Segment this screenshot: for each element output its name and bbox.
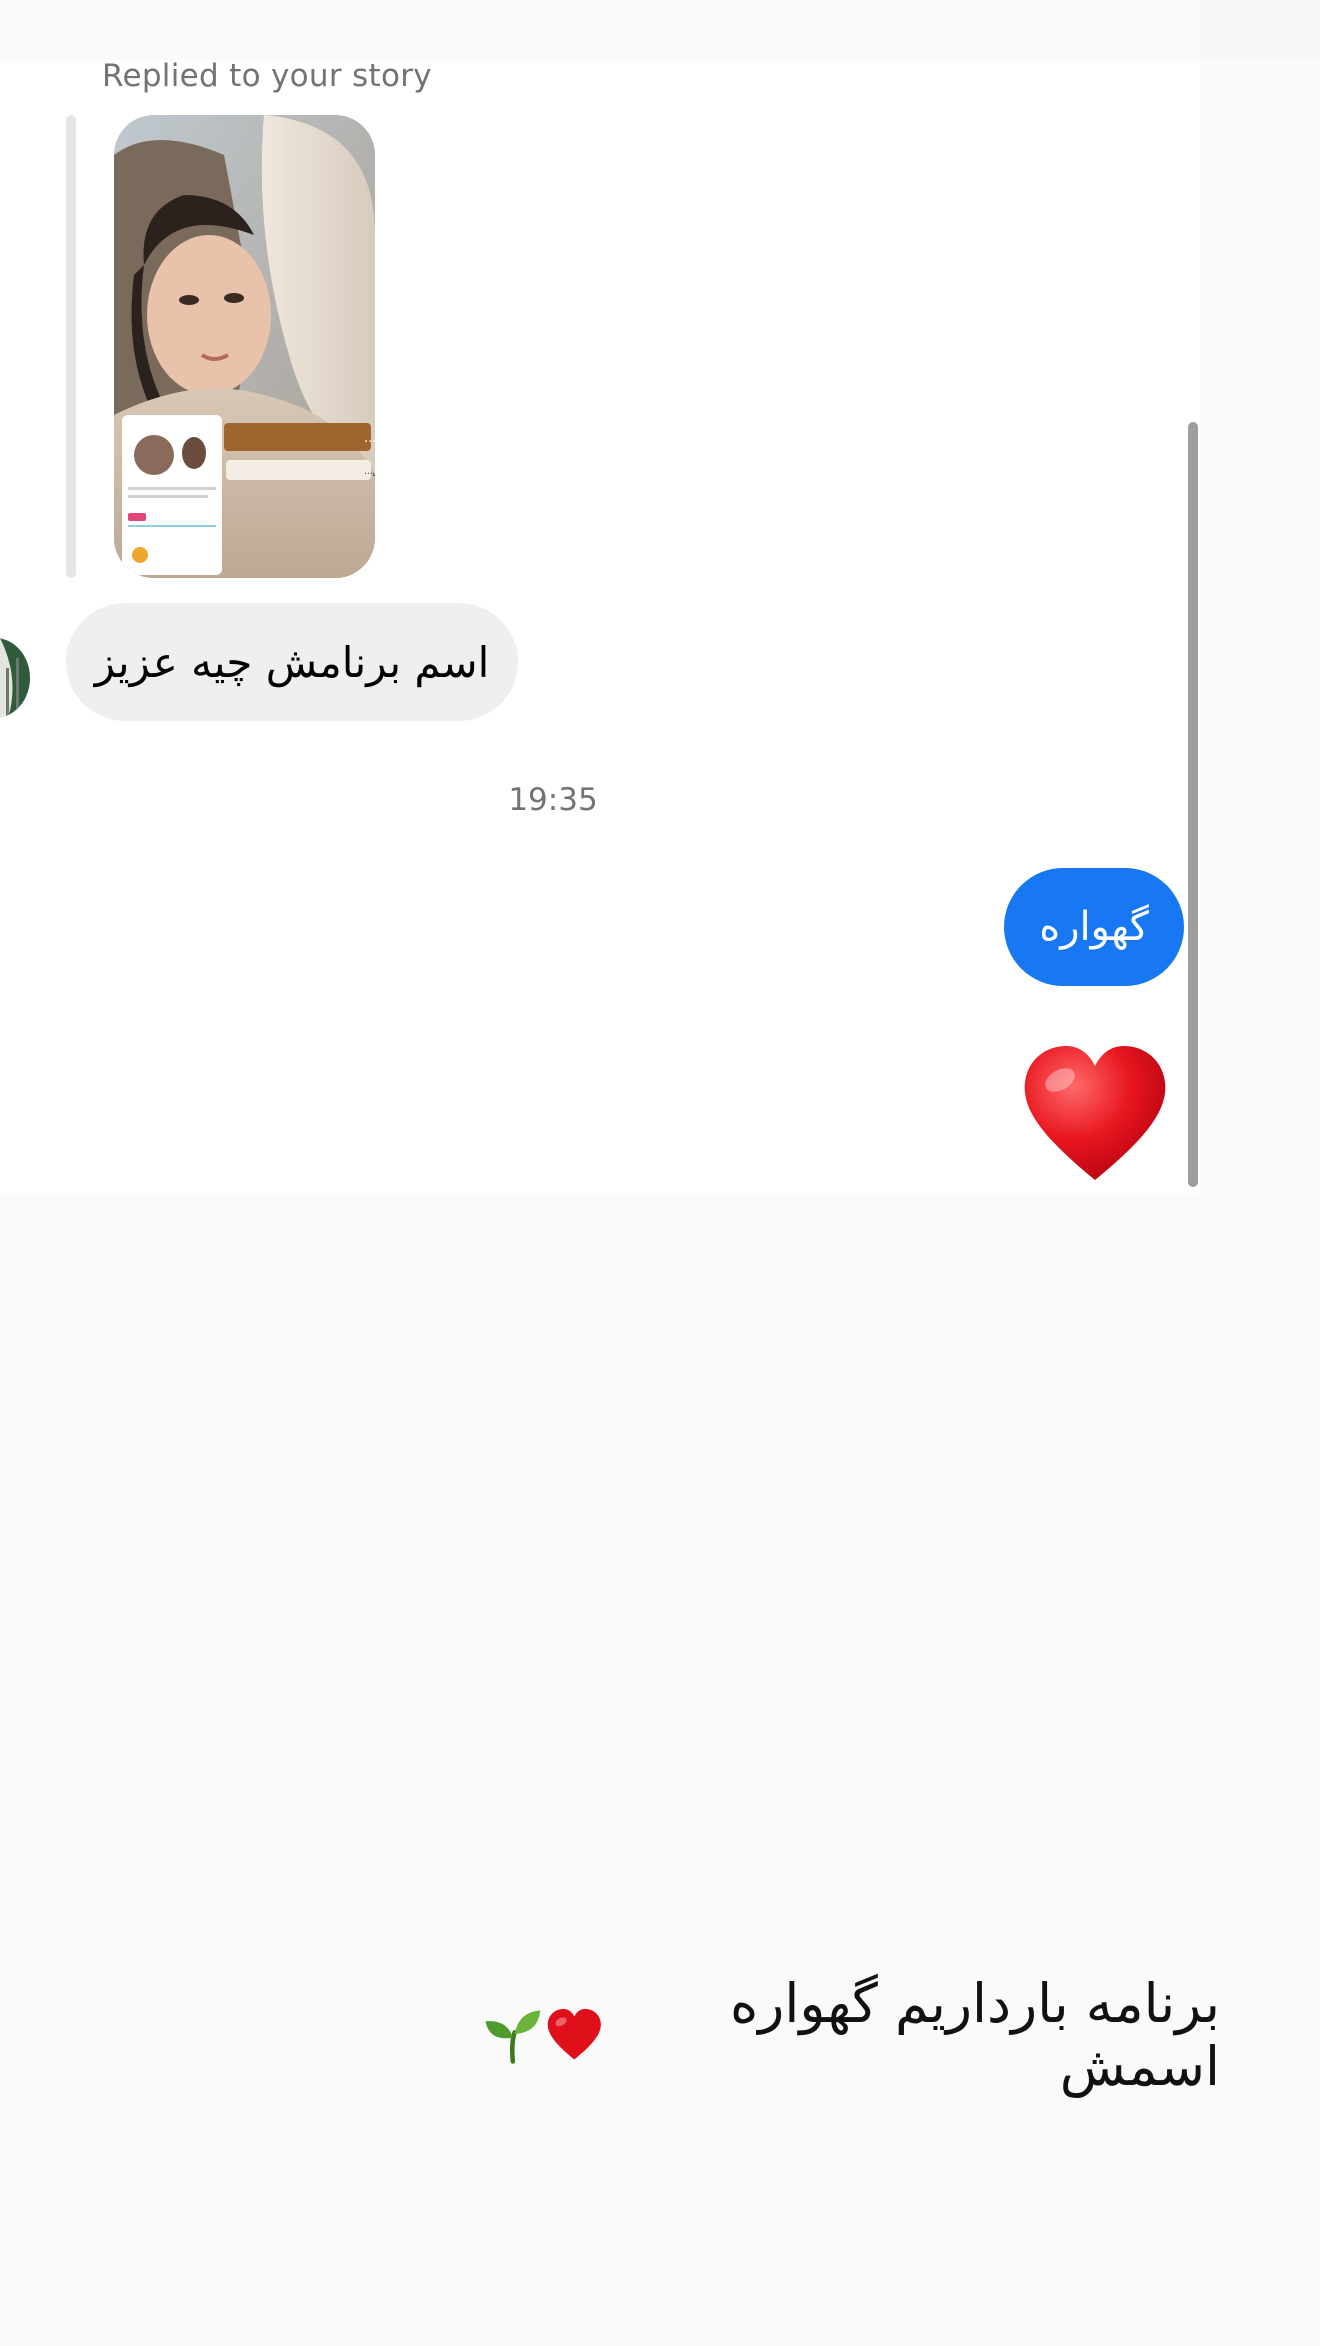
outgoing-message-text: گهواره: [1039, 904, 1149, 950]
top-fade: [0, 0, 1320, 60]
story-overlay-subtitle: جواب سلام مادر لیتو شیرین و بدین...: [364, 467, 375, 477]
red-heart-icon: [1024, 1045, 1166, 1180]
scrollbar-thumb[interactable]: [1188, 422, 1198, 1187]
story-overlay-title: سلام از مادر خسته...: [364, 431, 375, 446]
bottom-caption-text: برنامه بارداریم گهواره اسمش: [729, 1972, 1220, 2098]
outgoing-message-bubble[interactable]: گهواره: [1004, 868, 1184, 986]
message-timestamp: 19:35: [508, 782, 598, 818]
bottom-caption: برنامه بارداریم گهواره اسمش: [480, 1972, 1220, 2098]
heart-emoji-message[interactable]: [1020, 1040, 1170, 1190]
seedling-icon: [485, 2010, 541, 2064]
story-reply-caption: Replied to your story: [102, 58, 432, 94]
reply-quote-bar: [66, 115, 76, 578]
red-heart-icon: [547, 2008, 601, 2060]
incoming-message-text: اسم برنامش چیه عزیز: [94, 637, 490, 687]
story-image: سلام از مادر خسته... جواب سلام مادر لیتو…: [114, 115, 375, 578]
story-thumbnail[interactable]: سلام از مادر خسته... جواب سلام مادر لیتو…: [114, 115, 375, 578]
incoming-message-bubble[interactable]: اسم برنامش چیه عزیز: [66, 603, 518, 721]
